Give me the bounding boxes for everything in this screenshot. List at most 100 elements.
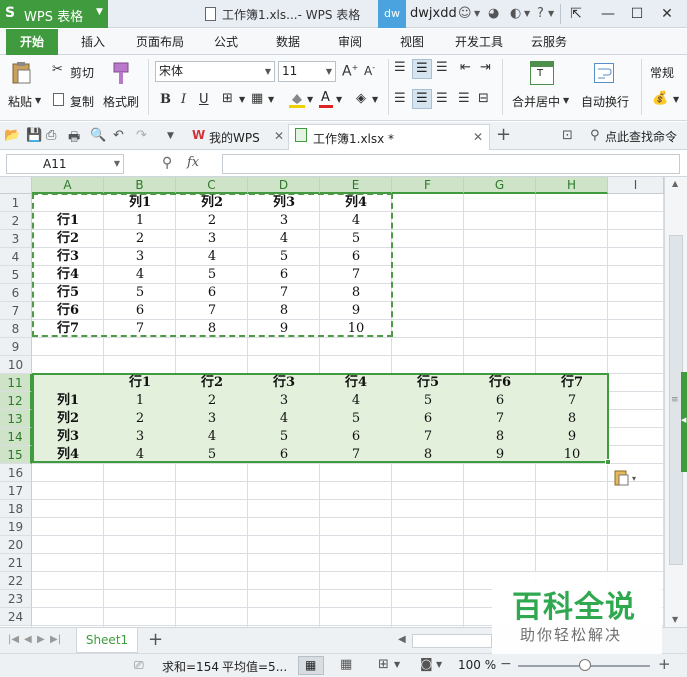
column-header-c[interactable]: C (176, 177, 248, 194)
row-header-24[interactable]: 24 (0, 608, 32, 626)
scroll-down-icon[interactable]: ▼ (672, 615, 678, 624)
next-sheet-icon[interactable]: ▶ (37, 634, 45, 645)
align-left-icon[interactable]: ☰ (394, 91, 406, 106)
cut-button[interactable]: 剪切 (70, 64, 94, 81)
borders-icon[interactable]: ⊞ (222, 91, 233, 106)
column-header-g[interactable]: G (464, 177, 536, 194)
table1-row-label[interactable]: 行2 (32, 230, 104, 248)
table1-header-cell[interactable]: 列2 (176, 194, 248, 212)
table2-header-cell[interactable]: 行4 (320, 374, 392, 392)
tab-formulas[interactable]: 公式 (200, 29, 252, 55)
row-header-22[interactable]: 22 (0, 572, 32, 590)
underline-icon[interactable]: U (199, 92, 209, 107)
close-button[interactable]: ✕ (656, 4, 678, 24)
table1-row-label[interactable]: 行4 (32, 266, 104, 284)
table1-value-cell[interactable]: 5 (104, 284, 176, 302)
increase-font-icon[interactable]: A+ (342, 63, 358, 80)
table2-value-cell[interactable]: 4 (104, 446, 176, 464)
currency-icon[interactable]: 💰 (652, 91, 668, 106)
tab-insert[interactable]: 插入 (66, 29, 120, 55)
column-header-f[interactable]: F (392, 177, 464, 194)
table1-header-cell[interactable]: 列3 (248, 194, 320, 212)
help-icon[interactable]: ? (537, 6, 544, 21)
page-break-view-icon[interactable]: ▦ (340, 657, 352, 672)
italic-icon[interactable]: I (181, 92, 186, 107)
align-middle-icon[interactable]: ☰ (412, 59, 432, 79)
chevron-down-icon[interactable]: ▼ (35, 96, 41, 105)
row-header-8[interactable]: 8 (0, 320, 32, 338)
row-header-10[interactable]: 10 (0, 356, 32, 374)
chevron-down-icon[interactable]: ▼ (394, 660, 400, 669)
table1-value-cell[interactable]: 5 (248, 248, 320, 266)
table1-value-cell[interactable]: 4 (320, 212, 392, 230)
name-box[interactable]: A11 ▼ (6, 154, 124, 174)
chevron-down-icon[interactable]: ▼ (474, 9, 480, 18)
table1-value-cell[interactable]: 6 (104, 302, 176, 320)
table2-value-cell[interactable]: 2 (104, 410, 176, 428)
fx-icon[interactable]: fx (187, 155, 199, 170)
paste-options-icon[interactable]: ▾ (612, 469, 640, 487)
chevron-down-icon[interactable]: ▼ (524, 9, 530, 18)
skin-icon[interactable]: ☺ (458, 6, 472, 21)
table1-row-label[interactable]: 行3 (32, 248, 104, 266)
row-header-6[interactable]: 6 (0, 284, 32, 302)
table2-value-cell[interactable]: 5 (392, 392, 464, 410)
table2-value-cell[interactable]: 7 (392, 428, 464, 446)
table2-header-cell[interactable]: 行2 (176, 374, 248, 392)
last-sheet-icon[interactable]: ▶| (50, 634, 61, 645)
eye-protection-icon[interactable]: ◙ (420, 657, 433, 672)
row-header-23[interactable]: 23 (0, 590, 32, 608)
add-sheet-icon[interactable]: + (148, 629, 163, 650)
table2-value-cell[interactable]: 9 (464, 446, 536, 464)
formula-input[interactable] (222, 154, 680, 174)
table1-value-cell[interactable]: 7 (176, 302, 248, 320)
share-icon[interactable]: ◐ (510, 6, 521, 21)
zoom-level[interactable]: 100 % (458, 658, 496, 672)
redo-icon[interactable]: ↷ (136, 128, 147, 143)
font-name-select[interactable]: 宋体 ▼ (155, 61, 275, 82)
font-size-select[interactable]: 11 ▼ (278, 61, 336, 82)
table2-header-cell[interactable]: 行5 (392, 374, 464, 392)
avatar[interactable]: dw (378, 0, 406, 28)
maximize-button[interactable]: ☐ (626, 4, 648, 24)
search-icon[interactable]: ⚲ (590, 128, 600, 143)
indent-increase-icon[interactable]: ⇥ (480, 60, 491, 75)
table2-value-cell[interactable]: 3 (176, 410, 248, 428)
justify-icon[interactable]: ☰ (458, 91, 470, 106)
table1-value-cell[interactable]: 4 (176, 248, 248, 266)
table2-value-cell[interactable]: 6 (320, 428, 392, 446)
table1-value-cell[interactable]: 4 (104, 266, 176, 284)
table2-value-cell[interactable]: 10 (536, 446, 608, 464)
wrap-text-icon[interactable] (594, 63, 614, 83)
table2-value-cell[interactable]: 4 (320, 392, 392, 410)
tab-my-wps[interactable]: W 我的WPS ✕ (188, 124, 288, 150)
chevron-down-icon[interactable]: ▼ (548, 9, 554, 18)
table2-value-cell[interactable]: 4 (176, 428, 248, 446)
tab-review[interactable]: 审阅 (324, 29, 376, 55)
column-header-b[interactable]: B (104, 177, 176, 194)
normal-view-icon[interactable]: ▦ (298, 656, 324, 675)
zoom-out-icon[interactable]: − (500, 656, 512, 672)
table2-value-cell[interactable]: 8 (464, 428, 536, 446)
table1-header-cell[interactable]: 列1 (104, 194, 176, 212)
restore-ribbon-icon[interactable]: ⇱ (565, 4, 587, 24)
distributed-icon[interactable]: ⊟ (478, 91, 489, 106)
table1-value-cell[interactable]: 6 (320, 248, 392, 266)
side-panel-handle[interactable]: ◀ (681, 372, 687, 472)
table1-value-cell[interactable]: 8 (320, 284, 392, 302)
column-header-d[interactable]: D (248, 177, 320, 194)
copy-button[interactable]: 复制 (70, 93, 94, 110)
table1-value-cell[interactable]: 6 (248, 266, 320, 284)
select-all-corner[interactable] (0, 177, 32, 194)
tab-home[interactable]: 开始 (6, 29, 58, 55)
merge-center-button[interactable]: 合并居中 (512, 93, 560, 110)
table2-value-cell[interactable]: 3 (248, 392, 320, 410)
table2-value-cell[interactable]: 9 (536, 428, 608, 446)
row-header-16[interactable]: 16 (0, 464, 32, 482)
fill-color-icon[interactable] (288, 91, 306, 109)
row-header-9[interactable]: 9 (0, 338, 32, 356)
tab-cloud-services[interactable]: 云服务 (518, 29, 580, 55)
chevron-down-icon[interactable]: ▼ (563, 96, 569, 105)
table1-value-cell[interactable]: 3 (104, 248, 176, 266)
row-header-4[interactable]: 4 (0, 248, 32, 266)
